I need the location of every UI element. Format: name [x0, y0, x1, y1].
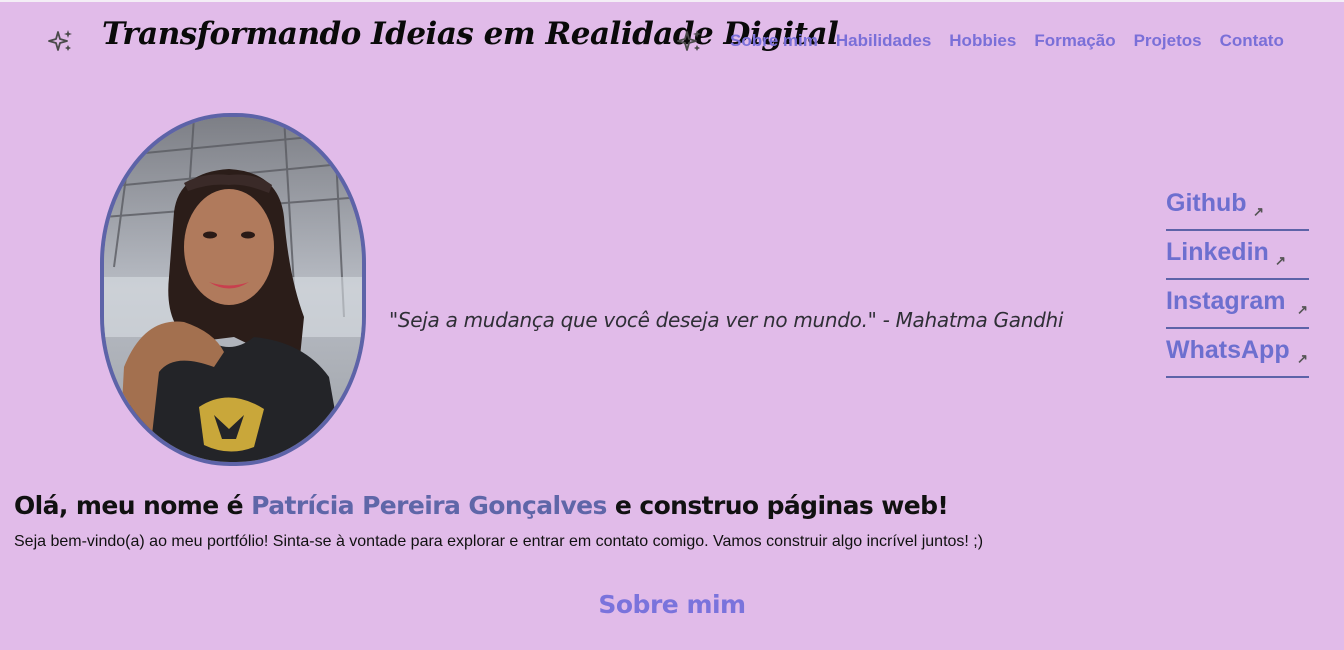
social-link-whatsapp[interactable]: WhatsApp ↗ — [1166, 331, 1309, 378]
greeting-prefix: Olá, meu nome é — [14, 491, 252, 520]
external-link-arrow-icon: ↗ — [1297, 302, 1308, 317]
social-link-label: Linkedin — [1166, 238, 1269, 266]
sparkles-icon — [48, 30, 72, 51]
site-title: Transformando Ideias em Realidade Digita… — [102, 16, 839, 52]
profile-photo — [100, 113, 366, 466]
social-links: Github ↗ Linkedin ↗ Instagram ↗ WhatsApp… — [1166, 184, 1309, 380]
main-nav: Sobre mim Habilidades Hobbies Formação P… — [730, 31, 1284, 51]
hero-quote: "Seja a mudança que você deseja ver no m… — [389, 308, 1064, 332]
social-link-linkedin[interactable]: Linkedin ↗ — [1166, 233, 1309, 280]
greeting-suffix: e construo páginas web! — [606, 491, 949, 520]
section-heading-sobre-mim[interactable]: Sobre mim — [0, 590, 1344, 619]
nav-link-habilidades[interactable]: Habilidades — [836, 31, 931, 51]
intro-heading: Olá, meu nome é Patrícia Pereira Gonçalv… — [14, 491, 949, 520]
social-link-instagram[interactable]: Instagram ↗ — [1166, 282, 1309, 329]
sparkles-icon — [677, 30, 701, 51]
nav-link-contato[interactable]: Contato — [1220, 31, 1284, 51]
nav-link-hobbies[interactable]: Hobbies — [949, 31, 1016, 51]
nav-link-projetos[interactable]: Projetos — [1134, 31, 1202, 51]
social-link-label: WhatsApp — [1166, 336, 1290, 364]
external-link-arrow-icon: ↗ — [1253, 204, 1264, 219]
owner-name: Patrícia Pereira Gonçalves — [251, 491, 607, 520]
site-header: Transformando Ideias em Realidade Digita… — [0, 2, 1344, 82]
welcome-text: Seja bem-vindo(a) ao meu portfólio! Sint… — [14, 533, 984, 550]
external-link-arrow-icon: ↗ — [1297, 351, 1308, 366]
nav-link-formacao[interactable]: Formação — [1034, 31, 1115, 51]
social-link-label: Instagram — [1166, 287, 1286, 315]
social-link-label: Github — [1166, 189, 1247, 217]
external-link-arrow-icon: ↗ — [1275, 253, 1286, 268]
nav-link-sobre-mim[interactable]: Sobre mim — [730, 31, 818, 51]
social-link-github[interactable]: Github ↗ — [1166, 184, 1309, 231]
